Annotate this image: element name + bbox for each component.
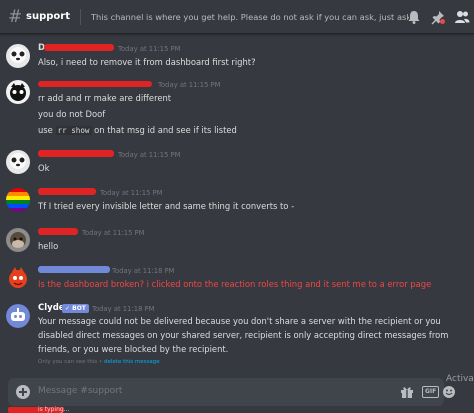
username-redaction — [38, 266, 110, 273]
timestamp: Today at 11:15 PM — [158, 81, 221, 89]
message: Today at 11:15 PM hello — [0, 224, 474, 254]
message-text: Ok — [38, 163, 50, 173]
message-text: disabled direct messages on your shared … — [38, 330, 449, 340]
timestamp: Today at 11:18 PM — [112, 267, 175, 275]
message-text: you do not Doof — [38, 109, 106, 119]
pin-icon[interactable] — [430, 9, 446, 25]
message-text: friends, or you were blocked by the reci… — [38, 344, 229, 354]
message-text: Tf I tried every invisible letter and sa… — [38, 201, 295, 211]
username[interactable]: Clyde — [38, 303, 65, 314]
avatar[interactable] — [6, 80, 30, 104]
avatar[interactable] — [6, 44, 30, 68]
notification-bell-icon[interactable] — [406, 9, 422, 25]
message: Clyde ✓ BOT Today at 11:18 PM Your messa… — [0, 300, 474, 370]
timestamp: Today at 11:15 PM — [118, 45, 181, 53]
message: Today at 11:15 PM Tf I tried every invis… — [0, 184, 474, 214]
timestamp: Today at 11:15 PM — [82, 229, 145, 237]
add-attachment-icon[interactable] — [16, 385, 30, 399]
message-text: Also, i need to remove it from dashboard… — [38, 57, 256, 67]
message: Today at 11:15 PM rr add and rr make are… — [0, 76, 474, 138]
message-text: Is the dashboard broken? i clicked onto … — [38, 279, 432, 289]
username-redaction — [44, 44, 114, 51]
message-text: hello — [38, 241, 59, 251]
inline-code: rr show — [55, 126, 92, 135]
text-after-code: on that msg id and see if its listed — [91, 125, 237, 135]
emoji-icon[interactable] — [442, 385, 456, 399]
avatar[interactable] — [6, 150, 30, 174]
channel-name[interactable]: support — [26, 11, 70, 22]
timestamp: Today at 11:18 PM — [92, 305, 155, 313]
message-input[interactable]: Message #support — [38, 386, 122, 396]
message-text: Your message could not be delivered beca… — [38, 316, 441, 326]
message: Today at 11:15 PM Ok — [0, 146, 474, 176]
username-redaction — [38, 188, 96, 195]
gift-icon[interactable] — [400, 385, 414, 399]
timestamp: Today at 11:15 PM — [100, 189, 163, 197]
message: D... ... Today at 11:15 PM Also, i need … — [0, 40, 474, 70]
username-redaction — [38, 228, 78, 235]
delete-message-link[interactable]: delete this message — [104, 359, 160, 365]
message-text: use rr show on that msg id and see if it… — [38, 125, 237, 135]
member-list-icon[interactable] — [454, 9, 470, 25]
message: Today at 11:18 PM Is the dashboard broke… — [0, 262, 474, 292]
avatar[interactable] — [6, 228, 30, 252]
header-divider — [79, 8, 81, 25]
typing-indicator: is typing... — [38, 406, 70, 413]
text-before-code: use — [38, 125, 56, 135]
ephemeral-notice: Only you can see this • delete this mess… — [38, 359, 160, 365]
channel-topic[interactable]: This channel is where you get help. Plea… — [91, 12, 409, 22]
avatar[interactable] — [6, 304, 30, 328]
bot-badge: ✓ BOT — [62, 304, 89, 313]
avatar[interactable] — [6, 266, 30, 290]
ephemeral-text: Only you can see this • — [38, 359, 104, 365]
channel-header: # support This channel is where you get … — [0, 0, 474, 34]
username-redaction — [38, 150, 114, 157]
gif-icon[interactable]: GIF — [422, 386, 440, 398]
message-input-bar: Message #support GIF — [8, 378, 455, 406]
message-text: rr add and rr make are different — [38, 93, 172, 103]
windows-activation-watermark: Activa — [446, 374, 474, 384]
channel-hash-icon: # — [8, 6, 23, 27]
timestamp: Today at 11:15 PM — [118, 151, 181, 159]
avatar[interactable] — [6, 188, 30, 212]
username-redaction — [38, 81, 152, 87]
